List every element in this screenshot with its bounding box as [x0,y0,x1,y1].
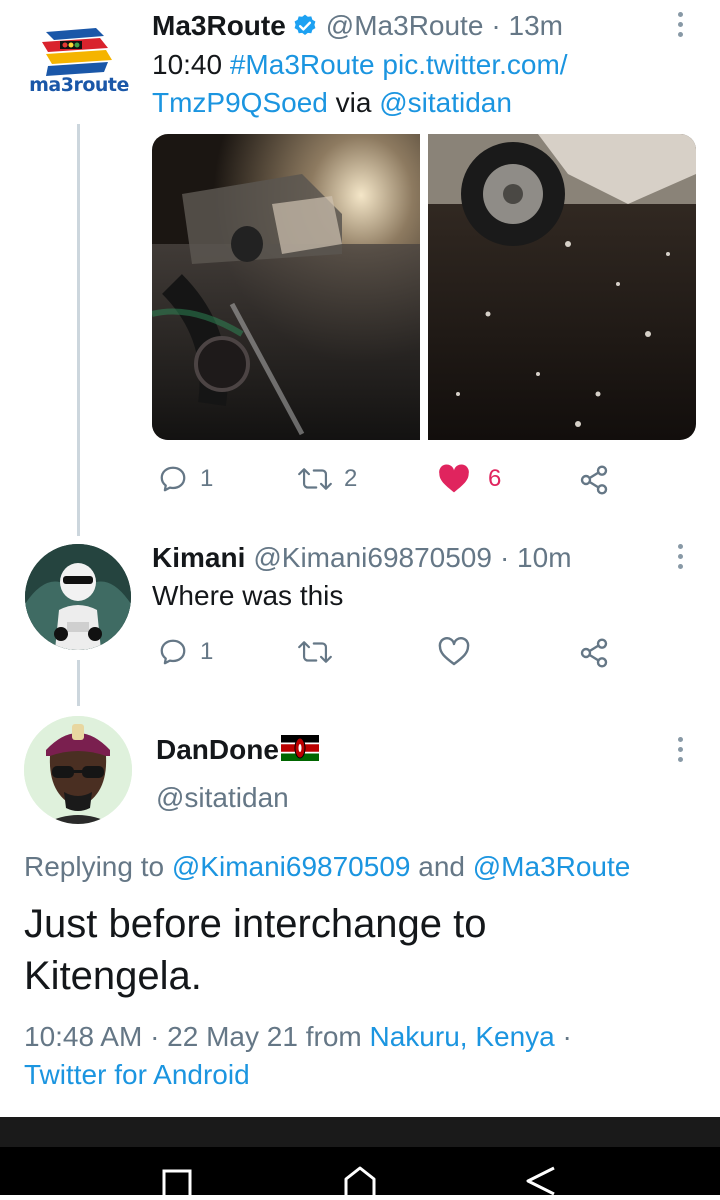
accident-photo-car [152,134,420,440]
tweet2-more-icon[interactable] [676,544,684,569]
retweet-icon [298,641,332,663]
tweet1-link-part2[interactable]: TmzP9QSoed [152,87,328,118]
tweet1-time: · 13m [491,10,563,41]
tweet2-retweet-button[interactable] [298,637,332,667]
kenya-flag-icon [280,734,319,766]
nav-recents-icon[interactable] [162,1169,194,1200]
tweet1-link-part1[interactable]: pic.twitter.com/ [382,49,567,80]
tweet1-reply-count: 1 [200,465,214,492]
tweet1-like-count: 6 [488,465,502,492]
tweet2-time: · 10m [499,542,572,573]
tweet1-handle[interactable]: @Ma3Route [326,10,484,42]
tweet1-text: 10:40 #Ma3Route pic.twitter.com/ TmzP9QS… [152,46,632,122]
tweet1-retweet-count: 2 [344,465,358,492]
ma3route-logo-text: ma3route [29,74,129,96]
accident-photo-debris [428,134,696,440]
like-icon-filled [439,464,469,493]
tweet2-text: Where was this [152,580,344,611]
tweet3-source-link[interactable]: Twitter for Android [24,1056,572,1094]
kimani-avatar[interactable] [25,544,131,650]
tweet3-replying-to: Replying to @Kimani69870509 and @Ma3Rout… [24,848,630,886]
tweet1-name[interactable]: Ma3Route [152,10,286,42]
tweet3-text-line1: Just before interchange to [24,902,487,946]
tweet3-timestamp: 10:48 AM · 22 May 21 from [24,1021,362,1052]
tweet1-via: via [335,87,372,118]
tweet3-handle[interactable]: @sitatidan [156,780,289,816]
ma3route-avatar[interactable]: ma3route [26,14,132,120]
share-icon [580,465,608,495]
tweet1-like-button[interactable]: 6 [438,464,501,494]
kimani-avatar-image [25,544,131,650]
reply-to-kimani-link[interactable]: @Kimani69870509 [172,851,411,882]
navbar-top-strip [0,1117,720,1147]
tweet1-hashtag[interactable]: #Ma3Route [230,49,375,80]
tweet2-header: Kimani @Kimani69870509 · 10m [152,540,572,576]
replying-and: and [418,851,465,882]
tweet3-text: Just before interchange to Kitengela. [24,898,487,1002]
tweet2-handle[interactable]: @Kimani69870509 [253,542,492,574]
tweet1-via-handle[interactable]: @sitatidan [379,87,512,118]
tweet3-meta: 10:48 AM · 22 May 21 from Nakuru, Kenya … [24,1018,572,1094]
dandone-avatar[interactable] [24,716,132,824]
reply-to-ma3route-link[interactable]: @Ma3Route [473,851,631,882]
tweet2-share-button[interactable] [578,637,610,669]
ma3route-logo-icon [26,14,132,120]
share-icon [580,638,608,668]
replying-to-label: Replying to [24,851,165,882]
tweet1-text-time: 10:40 [152,49,223,80]
thread-line [77,124,80,536]
tweet1-photo-right[interactable] [428,134,696,440]
dandone-avatar-image [24,716,132,824]
reply-icon [160,466,186,492]
tweet2-like-button[interactable] [438,637,470,667]
tweet2-reply-count: 1 [200,638,214,665]
tweet1-photo-left[interactable] [152,134,420,440]
android-navigation-bar [0,1117,720,1200]
tweet1-reply-button[interactable]: 1 [158,464,213,494]
retweet-icon [298,468,332,490]
thread-line-2 [77,660,80,706]
tweet1-header: Ma3Route @Ma3Route · 13m [152,8,563,44]
tweet3-meta-dot: · [562,1021,572,1052]
reply-icon [160,639,186,665]
tweet3-more-icon[interactable] [676,737,684,762]
tweet3-name-row: DanDone [156,732,319,768]
tweet1-more-icon[interactable] [676,12,684,37]
tweet1-share-button[interactable] [578,464,610,496]
tweet1-retweet-button[interactable]: 2 [298,464,357,494]
tweet3-name[interactable]: DanDone [156,734,279,766]
tweet3-text-line2: Kitengela. [24,954,202,998]
tweet2-reply-button[interactable]: 1 [158,637,213,667]
tweet2-name[interactable]: Kimani [152,542,245,574]
tweet3-location-link[interactable]: Nakuru, Kenya [370,1021,555,1052]
like-icon [438,637,470,666]
verified-badge-icon [292,13,318,39]
